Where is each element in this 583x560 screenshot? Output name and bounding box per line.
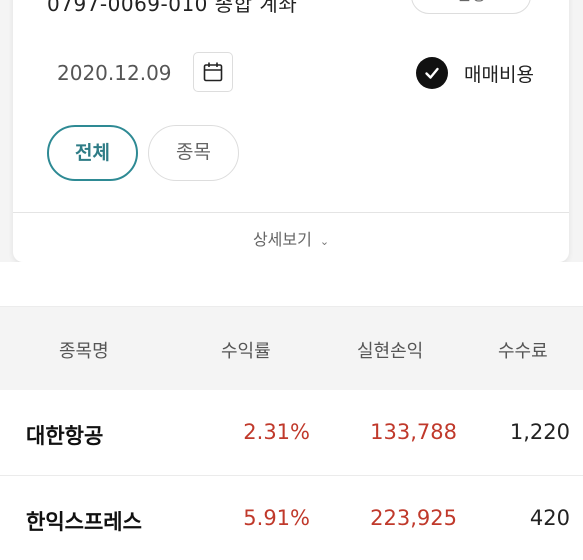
show-more-button[interactable]: 상세보기 ⌄ <box>13 226 569 250</box>
stock-name: 대한항공 <box>26 424 104 448</box>
table-header: 종목명 수익률 실현손익 수수료 <box>0 306 583 390</box>
include-fee-checkbox[interactable]: 매매비용 <box>416 57 534 89</box>
tab-stock[interactable]: 종목 <box>148 125 239 181</box>
return-rate: 5.91% <box>243 506 310 530</box>
account-number[interactable]: 0797-0069-010 종합 계좌 <box>47 0 297 17</box>
realized-pnl: 223,925 <box>370 506 457 530</box>
return-rate: 2.31% <box>243 420 310 444</box>
header-name: 종목명 <box>59 341 109 362</box>
chevron-down-icon: ⌄ <box>319 235 330 248</box>
show-more-label: 상세보기 <box>252 230 312 249</box>
spacer <box>0 262 583 306</box>
realized-pnl: 133,788 <box>370 420 457 444</box>
tab-all[interactable]: 전체 <box>47 125 138 181</box>
filter-card: 0797-0069-010 종합 계좌 변경 2020.12.09 매매비용 전… <box>13 0 569 262</box>
header-rate: 수익률 <box>221 341 271 362</box>
account-change-button[interactable]: 변경 <box>411 0 531 14</box>
check-icon <box>416 57 448 89</box>
table-row[interactable]: 대한항공 2.31% 133,788 1,220 <box>0 390 583 476</box>
calendar-icon <box>203 62 223 82</box>
table-row[interactable]: 한익스프레스 5.91% 223,925 420 <box>0 476 583 560</box>
fee: 1,220 <box>509 420 570 444</box>
fee: 420 <box>529 506 570 530</box>
date-value[interactable]: 2020.12.09 <box>57 61 172 85</box>
header-fee: 수수료 <box>498 341 548 362</box>
header-pnl: 실현손익 <box>357 341 424 362</box>
calendar-button[interactable] <box>193 52 233 92</box>
stock-name: 한익스프레스 <box>26 510 142 534</box>
divider <box>13 212 569 213</box>
include-fee-label: 매매비용 <box>464 63 534 86</box>
